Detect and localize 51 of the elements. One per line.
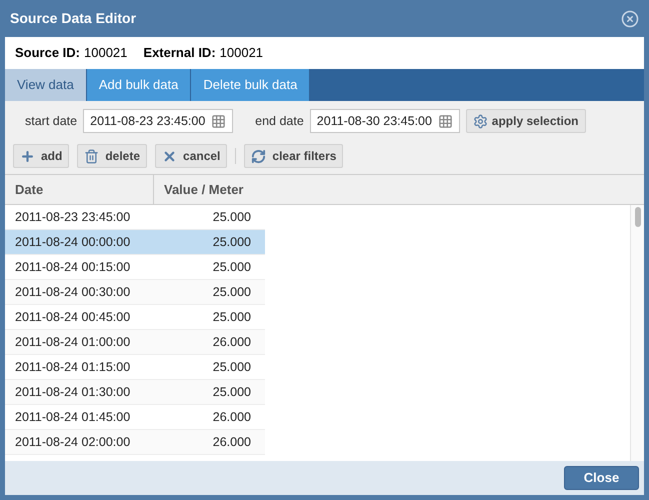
date-cell-text: 2011-08-23 23:45:00: [14, 208, 132, 226]
calendar-icon: [438, 114, 453, 128]
start-date-label: start date: [24, 112, 78, 130]
date-cell-text: 2011-08-24 00:30:00: [14, 284, 132, 301]
value-cell-text: 26.000: [212, 408, 252, 426]
value-cell-text: 25.000: [212, 208, 252, 226]
refresh-button[interactable]: clear filters: [244, 144, 344, 168]
date-cell-text: 2011-08-24 01:15:00: [14, 358, 132, 376]
end-date-label: end date: [255, 112, 304, 130]
delete-button[interactable]: delete: [77, 144, 148, 168]
tab[interactable]: View data: [5, 69, 87, 101]
cross-icon: [162, 148, 178, 164]
close-icon[interactable]: [621, 10, 639, 28]
date-cell-text: 2011-08-24 00:00:00: [14, 234, 132, 251]
info-value: 100021: [220, 44, 264, 62]
value-cell-text: 25.000: [212, 234, 252, 251]
calendar-icon: [211, 114, 226, 128]
add-button[interactable]: add: [13, 144, 70, 168]
value-cell-text: 26.000: [212, 434, 252, 451]
date-cell-text: 2011-08-24 01:30:00: [14, 384, 132, 401]
date-cell-text: 2011-08-24 00:15:00: [14, 258, 132, 276]
info-label: External ID:: [143, 44, 216, 62]
cancel-button[interactable]: cancel: [155, 144, 228, 168]
apply-selection-button[interactable]: apply selection: [466, 109, 586, 133]
column-header[interactable]: Date: [5, 175, 154, 204]
window-title: Source Data Editor: [10, 9, 136, 28]
close-button[interactable]: Close: [564, 466, 639, 490]
value-cell-text: 25.000: [212, 358, 252, 376]
column-header[interactable]: Value / Meter: [154, 175, 644, 204]
value-cell-text: 26.000: [212, 334, 252, 351]
date-cell-text: 2011-08-24 00:45:00: [14, 308, 132, 326]
table-row[interactable]: 2011-08-24 01:30:00 25.000: [5, 380, 265, 405]
table-row[interactable]: 2011-08-24 01:00:00 26.000: [5, 330, 265, 355]
table-row[interactable]: 2011-08-24 00:30:00 25.000: [5, 280, 265, 305]
date-cell-text: 2011-08-24 01:45:00: [14, 408, 132, 426]
refresh-icon: [251, 148, 266, 164]
scrollbar[interactable]: [630, 205, 644, 461]
date-cell-text: 2011-08-24 02:00:00: [14, 434, 132, 451]
info-label: Source ID:: [15, 44, 80, 62]
date-cell-text: 2011-08-24 01:00:00: [14, 334, 132, 351]
trash-icon: [84, 148, 100, 164]
value-cell-text: 25.000: [212, 308, 252, 326]
plus-icon: [20, 148, 35, 164]
value-cell-text: 25.000: [212, 284, 252, 301]
table-row[interactable]: 2011-08-24 00:00:00 25.000: [5, 230, 265, 255]
info-value: 100021: [84, 44, 128, 62]
value-cell-text: 25.000: [212, 258, 252, 276]
date-field[interactable]: 2011-08-30 23:45:00: [310, 109, 460, 133]
value-cell-text: 25.000: [212, 384, 252, 401]
date-field[interactable]: 2011-08-23 23:45:00: [83, 109, 234, 133]
table-row[interactable]: 2011-08-24 02:00:00 26.000: [5, 430, 265, 455]
